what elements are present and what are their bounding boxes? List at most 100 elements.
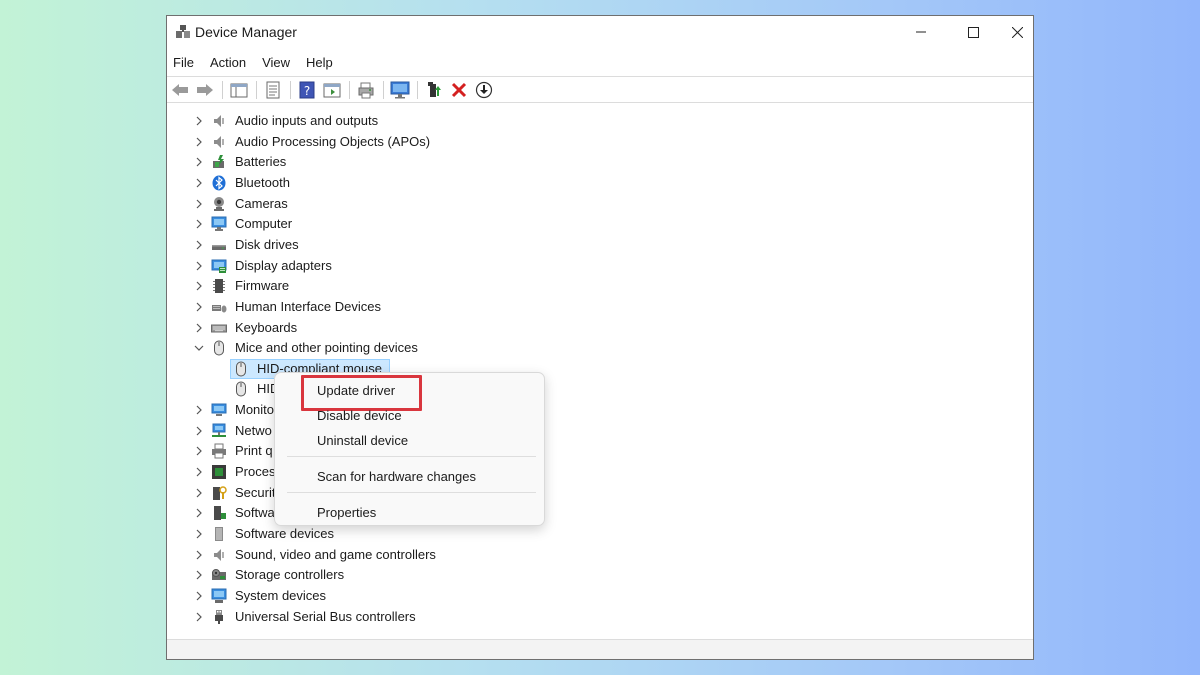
chevron-right-icon[interactable] (193, 568, 205, 582)
tree-item-label: Disk drives (235, 236, 299, 252)
properties-button[interactable] (262, 79, 284, 101)
context-menu-scan-hardware[interactable]: Scan for hardware changes (317, 469, 476, 485)
context-menu-properties[interactable]: Properties (317, 505, 376, 521)
tree-item-label: Human Interface Devices (235, 298, 381, 314)
processor-icon (211, 464, 227, 480)
tree-item-label: Softwa (235, 505, 275, 521)
tree-item-label: Audio Processing Objects (APOs) (235, 133, 431, 149)
chevron-right-icon[interactable] (193, 486, 205, 500)
tree-item-label: Mice and other pointing devices (235, 340, 418, 356)
scan-hardware-button[interactable] (389, 79, 411, 101)
back-arrow-icon (171, 83, 189, 97)
chevron-right-icon[interactable] (193, 321, 205, 335)
chevron-right-icon[interactable] (193, 279, 205, 293)
toolbar-separator (349, 80, 350, 99)
chevron-right-icon[interactable] (193, 238, 205, 252)
print-icon (357, 81, 375, 99)
tree-item-label: Netwo (235, 422, 272, 438)
forward-button[interactable] (194, 79, 216, 101)
chevron-right-icon[interactable] (193, 589, 205, 603)
tree-item-label: Audio inputs and outputs (235, 113, 379, 128)
chevron-right-icon[interactable] (193, 444, 205, 458)
computer-icon (211, 216, 227, 232)
tree-item-label: Bluetooth (235, 174, 290, 190)
disk-drive-icon (211, 237, 227, 253)
storage-controller-icon (211, 567, 227, 583)
software-device-icon (211, 526, 227, 542)
device-manager-window: Device Manager File Action View Help ? A… (166, 15, 1034, 660)
chevron-right-icon[interactable] (193, 135, 205, 149)
print-button[interactable] (355, 79, 377, 101)
tree-item-label: Securit (235, 484, 276, 500)
chevron-right-icon[interactable] (193, 527, 205, 541)
chevron-right-icon[interactable] (193, 197, 205, 211)
device-manager-icon (175, 25, 191, 39)
context-menu: Update driver Disable device Uninstall d… (274, 372, 545, 526)
chevron-right-icon[interactable] (193, 403, 205, 417)
software-component-icon (211, 505, 227, 521)
menu-help[interactable]: Help (298, 53, 341, 73)
uninstall-device-button[interactable] (448, 79, 470, 101)
chevron-right-icon[interactable] (193, 465, 205, 479)
bluetooth-icon (211, 175, 227, 191)
show-hide-console-tree-button[interactable] (228, 79, 250, 101)
tree-item-label: Print q (235, 443, 273, 459)
properties-icon (265, 81, 281, 99)
firmware-icon (211, 278, 227, 294)
minimize-icon (916, 27, 926, 37)
help-icon: ? (299, 81, 315, 99)
tree-item-label: Storage controllers (235, 567, 345, 583)
menu-action[interactable]: Action (202, 53, 254, 73)
display-adapter-icon (211, 258, 227, 274)
chevron-right-icon[interactable] (193, 506, 205, 520)
chevron-right-icon[interactable] (193, 217, 205, 231)
menu-file[interactable]: File (167, 53, 202, 73)
enable-device-button[interactable] (473, 79, 495, 101)
toolbar-separator (383, 80, 384, 99)
network-icon (211, 423, 227, 439)
toolbar: ? (167, 76, 1033, 103)
mouse-icon (233, 381, 249, 397)
toolbar-separator (222, 80, 223, 99)
action-pane-button[interactable] (321, 79, 343, 101)
chevron-right-icon[interactable] (193, 259, 205, 273)
download-icon (475, 81, 493, 99)
update-driver-button[interactable] (423, 79, 445, 101)
speaker-icon (211, 547, 227, 563)
speaker-icon (211, 134, 227, 150)
close-button[interactable] (999, 16, 1033, 48)
tree-item-label: Universal Serial Bus controllers (235, 608, 416, 624)
tree-item-label: Software devices (235, 526, 334, 541)
context-menu-update-driver[interactable]: Update driver (317, 383, 395, 399)
chevron-right-icon[interactable] (193, 610, 205, 624)
help-button[interactable]: ? (296, 79, 318, 101)
mouse-icon (211, 340, 227, 356)
context-menu-disable-device[interactable]: Disable device (317, 408, 402, 424)
menu-bar: File Action View Help (167, 52, 341, 74)
show-hide-console-tree-icon (230, 82, 248, 98)
chevron-right-icon[interactable] (193, 424, 205, 438)
minimize-button[interactable] (895, 16, 947, 48)
system-device-icon (211, 588, 227, 604)
context-menu-uninstall-device[interactable]: Uninstall device (317, 433, 408, 449)
chevron-right-icon[interactable] (193, 114, 205, 128)
back-button[interactable] (169, 79, 191, 101)
chevron-right-icon[interactable] (193, 300, 205, 314)
maximize-button[interactable] (947, 16, 999, 48)
usb-icon (211, 609, 227, 625)
title-bar[interactable]: Device Manager (167, 16, 1033, 48)
chevron-right-icon[interactable] (193, 548, 205, 562)
tree-item-label: Monito (235, 402, 275, 418)
context-menu-separator (287, 456, 536, 457)
chevron-right-icon[interactable] (193, 155, 205, 169)
menu-view[interactable]: View (254, 53, 298, 73)
close-icon (1011, 26, 1023, 38)
toolbar-separator (290, 80, 291, 99)
chevron-down-icon[interactable] (193, 341, 205, 355)
chevron-right-icon[interactable] (193, 176, 205, 190)
speaker-icon (211, 113, 227, 129)
tree-item-label: Sound, video and game controllers (235, 546, 436, 562)
scan-monitor-icon (390, 81, 410, 99)
camera-icon (211, 196, 227, 212)
mouse-icon (233, 361, 249, 377)
